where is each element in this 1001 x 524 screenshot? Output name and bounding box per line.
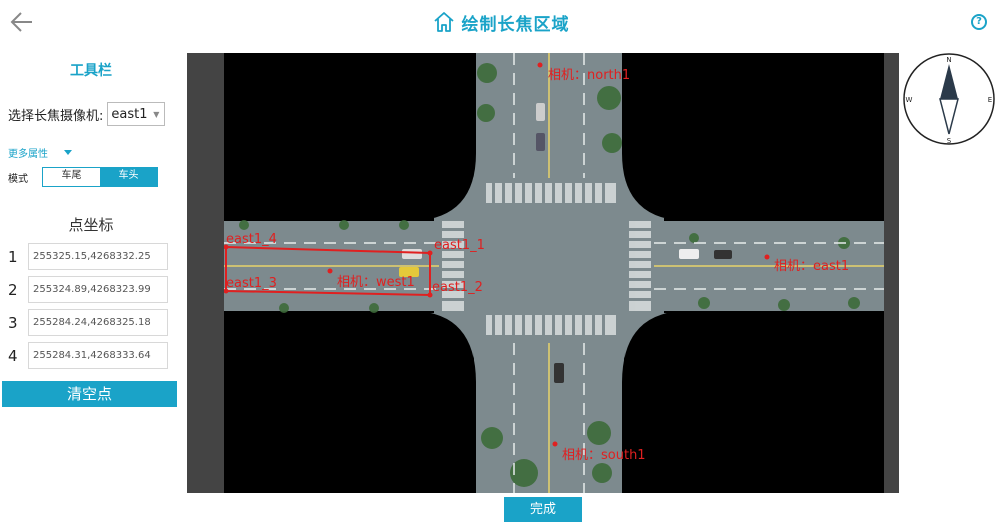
mode-option-front[interactable]: 车头	[100, 168, 157, 186]
point-row: 1	[8, 243, 168, 270]
point-row: 4	[8, 342, 168, 369]
mode-segmented-control: 车尾 车头	[42, 167, 158, 187]
camera-label-south1: 相机：south1	[562, 448, 646, 463]
camera-select-value: east1	[111, 106, 148, 122]
mode-label: 模式	[8, 173, 28, 185]
compass-west: W	[906, 96, 913, 104]
camera-select-row: 选择长焦摄像机: east1 ▼	[8, 102, 166, 126]
app-root: { "header": { "title": "绘制长焦区域" }, "tool…	[0, 0, 1001, 524]
point-coordinate-input[interactable]	[28, 309, 168, 336]
point-coordinate-input[interactable]	[28, 243, 168, 270]
clear-points-button[interactable]: 清空点	[2, 381, 177, 407]
point-coordinate-input[interactable]	[28, 276, 168, 303]
compass-icon: N S E W	[903, 53, 995, 145]
caret-down-icon	[64, 150, 72, 155]
compass-north: N	[946, 56, 951, 64]
point-coordinate-input[interactable]	[28, 342, 168, 369]
intersection-map[interactable]: 相机：north1 相机：east1 相机：west1 相机：south1 ea…	[224, 53, 884, 493]
points-title: 点坐标	[68, 216, 114, 234]
help-icon[interactable]: ?	[971, 14, 987, 30]
camera-label-east1: 相机：east1	[774, 259, 849, 274]
corner-label-east1-1: east1_1	[434, 238, 485, 253]
point-row: 3	[8, 309, 168, 336]
point-index: 3	[8, 313, 18, 332]
point-index: 2	[8, 280, 18, 299]
home-icon	[433, 12, 454, 32]
corner-label-east1-4: east1_4	[226, 232, 277, 247]
compass-south: S	[947, 137, 952, 145]
camera-select[interactable]: east1 ▼	[107, 102, 166, 126]
chevron-down-icon: ▼	[153, 109, 160, 119]
page-header: 绘制长焦区域	[0, 8, 1001, 36]
point-index: 4	[8, 346, 18, 365]
more-attributes-toggle[interactable]: 更多属性	[8, 145, 72, 160]
camera-select-label: 选择长焦摄像机:	[8, 108, 104, 124]
compass-east: E	[988, 96, 992, 104]
corner-label-east1-3: east1_3	[226, 276, 277, 291]
more-attributes-label: 更多属性	[8, 149, 48, 160]
intersection-aerial-image: 相机：north1 相机：east1 相机：west1 相机：south1 ea…	[224, 53, 884, 493]
done-button[interactable]: 完成	[504, 497, 582, 522]
page-title: 绘制长焦区域	[461, 14, 570, 35]
map-frame: 相机：north1 相机：east1 相机：west1 相机：south1 ea…	[187, 53, 899, 493]
camera-label-west1: 相机：west1	[337, 275, 415, 290]
camera-label-north1: 相机：north1	[548, 68, 630, 83]
toolbar-title: 工具栏	[70, 63, 112, 79]
mode-row: 模式 车尾 车头	[8, 167, 158, 187]
mode-option-rear[interactable]: 车尾	[43, 168, 100, 186]
point-row: 2	[8, 276, 168, 303]
corner-label-east1-2: east1_2	[432, 280, 483, 295]
point-index: 1	[8, 247, 18, 266]
